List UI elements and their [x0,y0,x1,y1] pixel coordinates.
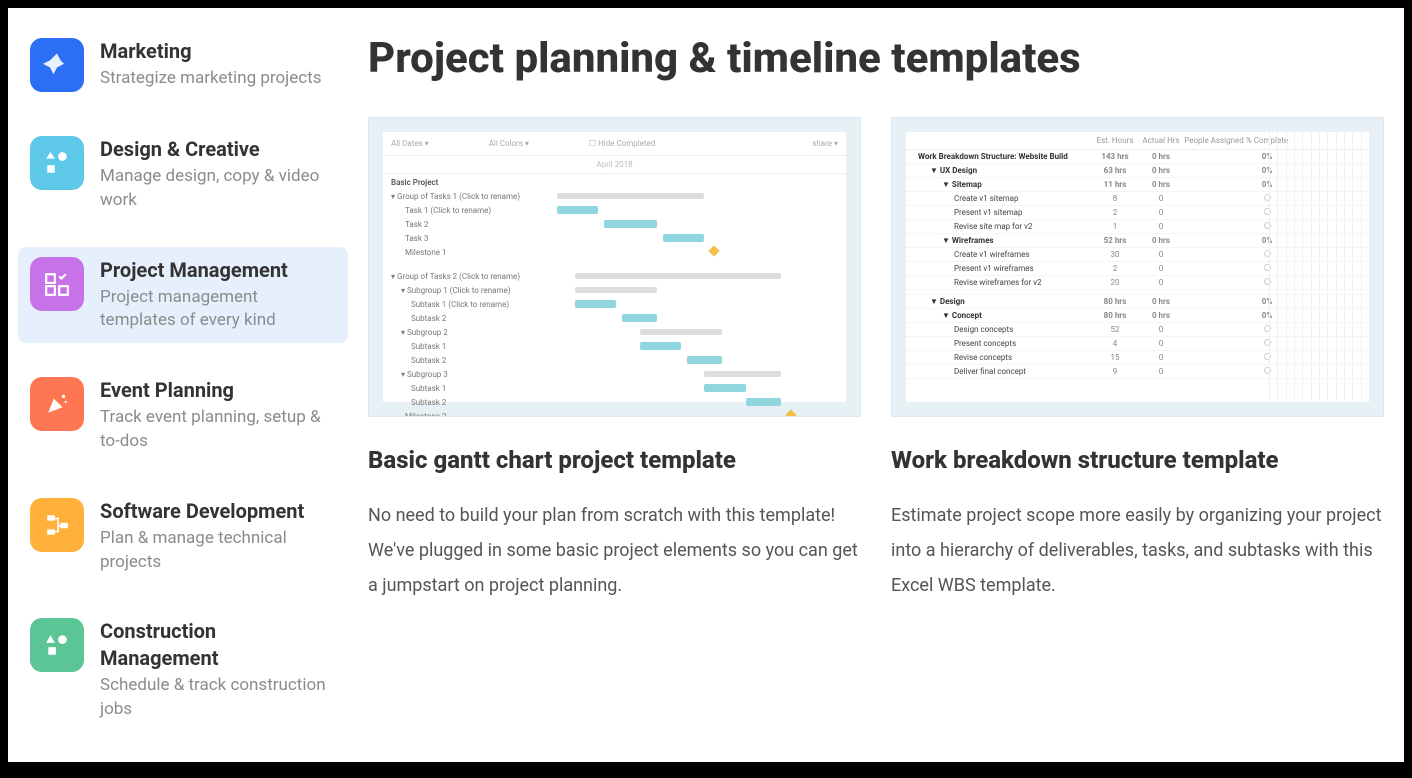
page-title: Project planning & timeline templates [368,34,1384,83]
filter-colors: All Colors ▾ [489,139,529,148]
sidebar-item-marketing[interactable]: Marketing Strategize marketing projects [18,28,348,102]
sidebar-item-construction[interactable]: Construction Management Schedule & track… [18,608,348,732]
shapes-icon [30,136,84,190]
sidebar-item-label: Project Management [100,257,336,284]
sidebar-item-label: Design & Creative [100,136,336,163]
gantt-task: Subtask 1 (Click to rename) [391,300,551,309]
gantt-subgroup: ▾ Subgroup 2 [391,328,551,337]
gantt-task: Subtask 2 [391,398,551,407]
filter-hide-completed: ☐ Hide Completed [589,139,655,148]
sidebar-item-label: Marketing [100,38,336,65]
rocket-icon [30,38,84,92]
sidebar-item-software-development[interactable]: Software Development Plan & manage techn… [18,488,348,585]
template-thumbnail: Est. Hours Actual Hrs People Assigned % … [891,117,1384,417]
gantt-task: Subtask 2 [391,314,551,323]
sidebar-item-event-planning[interactable]: Event Planning Track event planning, set… [18,367,348,464]
sidebar-item-label: Construction Management [100,618,336,672]
template-title: Work breakdown structure template [891,445,1384,476]
gantt-task: Subtask 2 [391,356,551,365]
sidebar-item-desc: Plan & manage technical projects [100,527,336,575]
gantt-task: Task 2 [391,220,551,229]
template-thumbnail: All Dates ▾ All Colors ▾ ☐ Hide Complete… [368,117,861,417]
flowchart-icon [30,498,84,552]
sidebar-item-desc: Track event planning, setup & to-dos [100,406,336,454]
shapes-alt-icon [30,618,84,672]
confetti-icon [30,377,84,431]
sidebar-item-desc: Schedule & track construction jobs [100,674,336,722]
gantt-task: Task 1 (Click to rename) [391,206,551,215]
gantt-subgroup: ▾ Subgroup 3 [391,370,551,379]
main-content: Project planning & timeline templates Al… [358,28,1394,762]
gantt-subgroup: ▾ Subgroup 1 (Click to rename) [391,286,551,295]
gantt-section: Basic Project [383,174,846,189]
gantt-group: ▾ Group of Tasks 2 (Click to rename) [391,272,551,281]
share-button: share ▾ [812,139,838,148]
gantt-task: Subtask 1 [391,342,551,351]
gantt-task: Subtask 1 [391,384,551,393]
filter-dates: All Dates ▾ [391,139,429,148]
template-title: Basic gantt chart project template [368,445,861,476]
sidebar-item-desc: Strategize marketing projects [100,67,336,91]
gantt-group: ▾ Group of Tasks 1 (Click to rename) [391,192,551,201]
checklist-icon [30,257,84,311]
template-description: No need to build your plan from scratch … [368,498,861,603]
template-card-gantt[interactable]: All Dates ▾ All Colors ▾ ☐ Hide Complete… [368,117,861,603]
gantt-milestone: Milestone 1 [391,248,551,257]
gantt-task: Task 3 [391,234,551,243]
category-sidebar: Marketing Strategize marketing projects … [18,28,358,762]
sidebar-item-project-management[interactable]: Project Management Project management te… [18,247,348,344]
gantt-milestone: Milestone 2 [391,412,551,418]
sidebar-item-label: Event Planning [100,377,336,404]
sidebar-item-desc: Project management templates of every ki… [100,286,336,334]
template-card-wbs[interactable]: Est. Hours Actual Hrs People Assigned % … [891,117,1384,603]
sidebar-item-desc: Manage design, copy & video work [100,165,336,213]
sidebar-item-design[interactable]: Design & Creative Manage design, copy & … [18,126,348,223]
template-description: Estimate project scope more easily by or… [891,498,1384,603]
sidebar-item-label: Software Development [100,498,336,525]
month-label: April 2018 [596,160,632,169]
